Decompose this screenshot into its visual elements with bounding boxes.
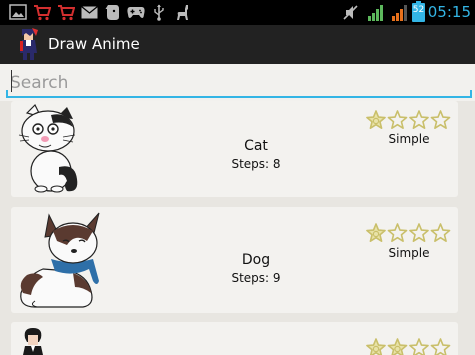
battery-icon: 52 [412, 1, 425, 22]
shopping-cart-icon [58, 5, 75, 21]
list-item[interactable]: Cat Steps: 8 Simple [11, 101, 458, 197]
search-input[interactable] [6, 70, 470, 96]
signal-icon [392, 5, 407, 21]
mute-icon [343, 5, 358, 20]
app-logo-icon[interactable] [14, 27, 42, 61]
difficulty-rating [366, 338, 452, 355]
clock: 05:15 [427, 3, 471, 21]
difficulty-rating [366, 110, 452, 130]
text-cursor [11, 70, 12, 92]
list-item[interactable]: Dog Steps: 9 Simple [11, 207, 458, 313]
llama-icon [177, 5, 188, 20]
item-name: Dog [241, 252, 271, 268]
star-empty-icon [430, 223, 451, 242]
search-underline [6, 96, 472, 98]
signal-icon [368, 5, 383, 21]
item-steps: Steps: 9 [231, 271, 281, 285]
item-steps: Steps: 8 [231, 157, 281, 171]
dog-thumbnail [20, 212, 100, 308]
mail-icon [81, 6, 98, 19]
star-empty-icon [430, 110, 451, 129]
item-name: Cat [244, 138, 268, 154]
star-empty-icon [387, 110, 408, 129]
star-empty-icon [409, 223, 429, 242]
star-empty-icon [430, 338, 451, 355]
gamepad-icon [127, 7, 145, 18]
star-empty-icon [409, 338, 429, 355]
evernote-icon [105, 5, 119, 20]
app-title: Draw Anime [48, 35, 140, 53]
rating-stars [366, 338, 451, 355]
difficulty-label: Simple [388, 132, 430, 146]
cat-thumbnail [18, 103, 78, 193]
battery-level: 52 [412, 5, 425, 15]
action-bar: Draw Anime [0, 25, 475, 64]
star-empty-icon [409, 110, 429, 129]
list-item[interactable] [11, 322, 458, 355]
character-thumbnail [23, 328, 43, 355]
status-bar: 52 05:15 [0, 0, 475, 25]
star-filled-icon [366, 223, 386, 242]
usb-icon [154, 4, 164, 21]
shopping-cart-icon [34, 5, 51, 21]
difficulty-label: Simple [388, 246, 430, 260]
rating-stars [366, 110, 451, 129]
difficulty-rating [366, 223, 452, 243]
search-underline-right [470, 90, 472, 98]
gallery-icon [9, 4, 27, 20]
star-empty-icon [387, 223, 408, 242]
star-filled-icon [366, 110, 386, 129]
rating-stars [366, 223, 451, 242]
